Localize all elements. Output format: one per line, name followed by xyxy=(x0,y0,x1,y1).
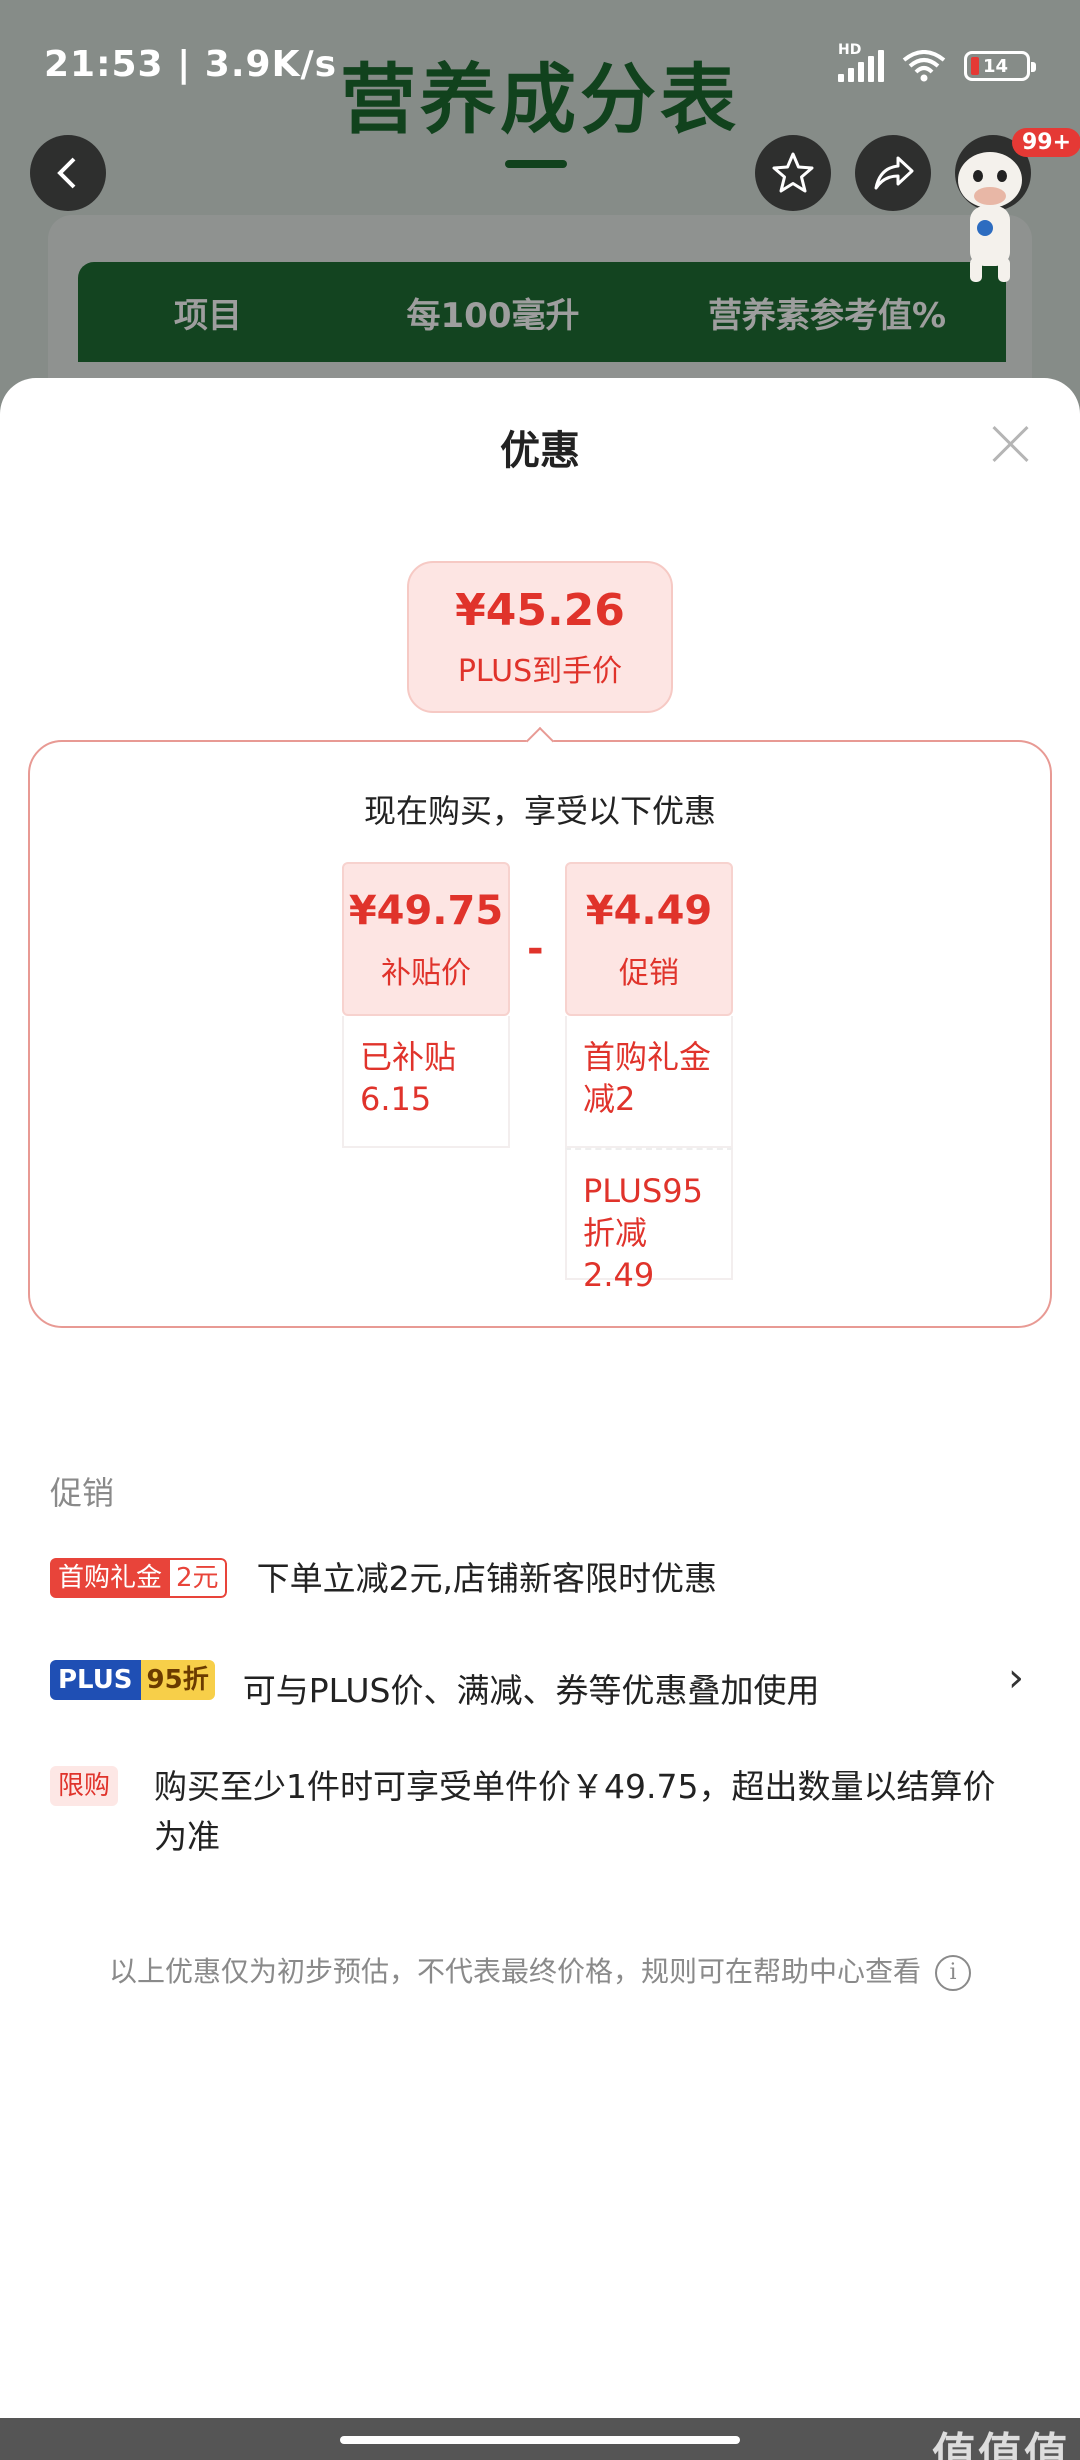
purchase-limit-text: 购买至少1件时可享受单件价￥49.75，超出数量以结算价为准 xyxy=(154,1767,996,1856)
limit-tag-label: 限购 xyxy=(50,1766,119,1806)
chevron-left-icon xyxy=(57,157,76,189)
share-button[interactable] xyxy=(855,135,931,211)
cow-mascot-icon xyxy=(958,152,1022,282)
battery-icon: 14 xyxy=(964,51,1036,81)
favorite-button[interactable] xyxy=(755,135,831,211)
subsidy-detail: 已补贴6.15 xyxy=(342,1016,510,1148)
subsidy-price-box: ¥49.75 补贴价 xyxy=(342,862,510,1016)
minus-operator: - xyxy=(527,926,544,972)
disclaimer-text: 以上优惠仅为初步预估，不代表最终价格，规则可在帮助中心查看 xyxy=(108,1955,921,1988)
promotion-detail-plus: PLUS95折减2.49 xyxy=(565,1148,733,1294)
limit-tag: 限购 xyxy=(50,1766,119,1806)
first-purchase-tag-label: 首购礼金 xyxy=(50,1558,171,1598)
promotion-column: ¥4.49 促销 首购礼金减2 PLUS95折减2.49 xyxy=(565,862,733,1294)
promo-section-title: 促销 xyxy=(50,1474,115,1512)
star-icon xyxy=(772,152,814,193)
subsidy-amount: ¥49.75 xyxy=(348,888,504,934)
battery-level: 14 xyxy=(983,55,1009,77)
watermark-logo: 值值值 xyxy=(932,2429,1070,2460)
plus-discount-text: 可与PLUS价、满减、券等优惠叠加使用 xyxy=(242,1671,820,1710)
status-icons: HD 14 xyxy=(838,42,1036,82)
promo-first-purchase: 首购礼金 2元 下单立减2元,店铺新客限时优惠 xyxy=(50,1558,717,1604)
promotion-label: 促销 xyxy=(619,956,679,991)
home-indicator[interactable] xyxy=(340,2436,740,2444)
close-icon[interactable] xyxy=(990,424,1030,464)
final-price-box: ¥45.26 PLUS到手价 xyxy=(407,561,673,713)
first-purchase-tag-value: 2元 xyxy=(170,1558,227,1598)
promo-purchase-limit: 限购 购买至少1件时可享受单件价￥49.75，超出数量以结算价为准 xyxy=(50,1766,1010,1862)
plus-tag: PLUS 95折 xyxy=(50,1660,215,1700)
discount-sheet: 优惠 ¥45.26 PLUS到手价 现在购买，享受以下优惠 ¥49.75 补贴价… xyxy=(0,378,1080,2418)
plus-tag-value: 95折 xyxy=(140,1660,215,1700)
back-button[interactable] xyxy=(30,135,106,211)
notification-badge: 99+ xyxy=(1012,128,1080,157)
status-time: 21:53 | 3.9K/s xyxy=(44,44,338,85)
share-icon xyxy=(874,156,914,190)
promotion-detail-first-purchase: 首购礼金减2 xyxy=(565,1016,733,1148)
chevron-right-icon[interactable]: › xyxy=(1008,1655,1024,1701)
promotion-price-box: ¥4.49 促销 xyxy=(565,862,733,1016)
wifi-icon xyxy=(902,50,946,82)
subsidy-label: 补贴价 xyxy=(381,956,471,991)
final-price-label: PLUS到手价 xyxy=(457,654,623,689)
info-icon[interactable]: i xyxy=(935,1955,971,1991)
plus-tag-label: PLUS xyxy=(50,1660,141,1700)
promo-plus-discount[interactable]: PLUS 95折 可与PLUS价、满减、券等优惠叠加使用 xyxy=(50,1660,1010,1716)
subsidy-column: ¥49.75 补贴价 已补贴6.15 xyxy=(342,862,510,1148)
disclaimer: 以上优惠仅为初步预估，不代表最终价格，规则可在帮助中心查看 i xyxy=(0,1950,1080,1991)
status-bar: 21:53 | 3.9K/s HD 14 xyxy=(0,0,1080,140)
breakdown-heading: 现在购买，享受以下优惠 xyxy=(363,792,716,830)
network-type: HD xyxy=(838,42,862,58)
price-breakdown-panel: 现在购买，享受以下优惠 xyxy=(28,740,1052,1328)
first-purchase-tag: 首购礼金 2元 xyxy=(50,1558,227,1598)
watermark: 值值值 xyxy=(932,2418,1070,2460)
signal-icon: HD xyxy=(838,42,884,82)
final-price: ¥45.26 xyxy=(455,585,625,636)
promotion-amount: ¥4.49 xyxy=(585,888,713,934)
sheet-title: 优惠 xyxy=(500,428,580,474)
first-purchase-text: 下单立减2元,店铺新客限时优惠 xyxy=(256,1559,718,1598)
